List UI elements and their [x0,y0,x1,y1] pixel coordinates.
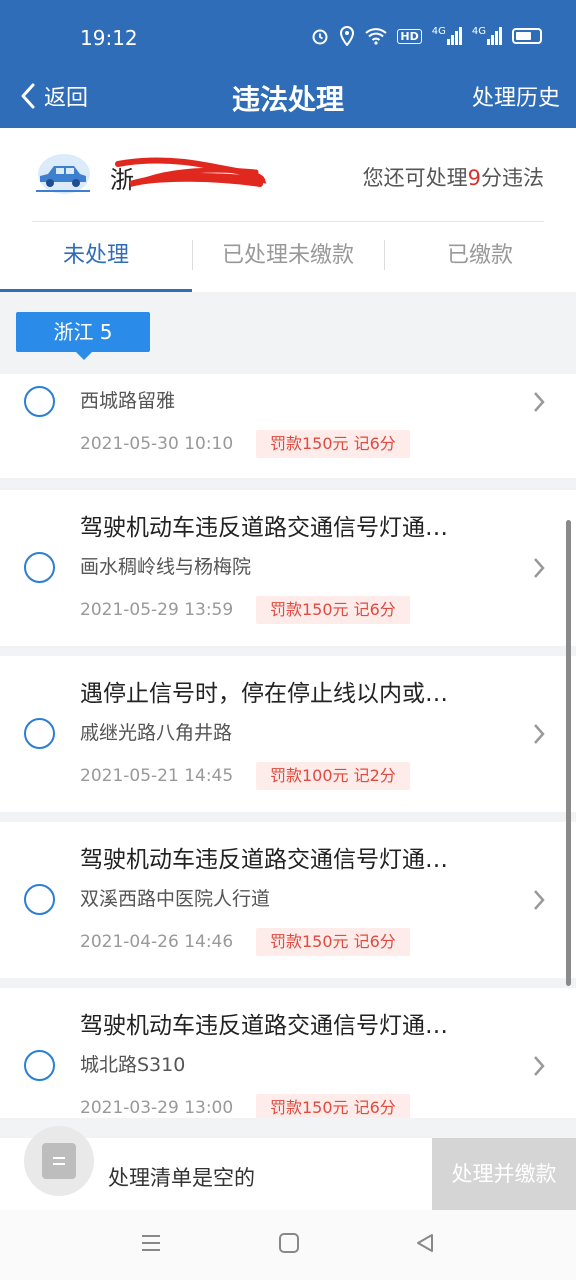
location-icon [340,26,355,46]
tab-unprocessed[interactable]: 未处理 [0,222,192,292]
process-and-pay-button[interactable]: 处理并缴款 [432,1138,576,1210]
violation-location: 城北路S310 [80,1054,186,1076]
chevron-right-icon [534,392,545,412]
chevron-right-icon [534,890,545,910]
violation-item[interactable]: 驾驶机动车违反道路交通信号灯通… 城北路S310 2021-03-29 13:0… [0,988,576,1118]
tab-paid[interactable]: 已缴款 [384,222,576,292]
history-button[interactable]: 处理历史 [472,80,560,112]
chevron-right-icon [534,558,545,578]
menu-icon[interactable] [140,1232,162,1254]
violation-title: 驾驶机动车违反道路交通信号灯通… [80,515,448,541]
violation-datetime: 2021-03-29 13:00 [80,1098,234,1118]
violation-location: 双溪西路中医院人行道 [80,888,271,910]
remaining-points: 9 [467,166,481,190]
back-nav-icon[interactable] [414,1232,436,1254]
checklist-button[interactable] [24,1126,94,1196]
back-button[interactable]: 返回 [18,80,88,112]
status-time: 19:12 [80,26,138,50]
violation-datetime: 2021-05-29 13:59 [80,600,234,620]
violation-location: 画水稠岭线与杨梅院 [80,556,252,578]
violation-title: 驾驶机动车违反道路交通信号灯通… [80,1013,448,1039]
select-radio[interactable] [24,718,55,749]
violation-location: 西城路留雅 [80,390,176,412]
vehicle-info: 浙 您还可处理9分违法 [0,128,576,222]
top-nav-bar: 返回 违法处理 处理历史 [0,70,576,128]
fine-badge: 罚款150元 记6分 [256,430,410,458]
violation-title: 遇停止信号时，停在停止线以内或… [80,681,448,707]
car-icon [36,154,90,194]
checklist-icon [42,1143,76,1179]
select-radio[interactable] [24,884,55,915]
violation-datetime: 2021-05-30 10:10 [80,434,234,454]
status-icons: HD 4G 4G [311,26,542,46]
violation-datetime: 2021-05-21 14:45 [80,766,234,786]
signal-icon: 4G [432,27,462,45]
fine-badge: 罚款150元 记6分 [256,1094,410,1118]
region-badge: 浙江 5 [16,312,150,360]
fine-badge: 罚款150元 记6分 [256,928,410,956]
checklist-status: 处理清单是空的 [108,1166,255,1190]
violation-list: 西城路留雅 2021-05-30 10:10 罚款150元 记6分 驾驶机动车违… [0,374,576,1118]
status-tabs: 未处理 已处理未缴款 已缴款 [0,222,576,292]
violation-location: 戚继光路八角井路 [80,722,233,744]
select-radio[interactable] [24,1050,55,1081]
select-radio[interactable] [24,386,55,417]
chevron-left-icon [21,83,35,109]
violation-title: 驾驶机动车违反道路交通信号灯通… [80,847,448,873]
home-icon[interactable] [278,1232,300,1254]
violation-item[interactable]: 驾驶机动车违反道路交通信号灯通… 画水稠岭线与杨梅院 2021-05-29 13… [0,490,576,646]
alarm-icon [312,29,328,45]
redaction-scribble [115,157,267,187]
scrollbar[interactable] [566,520,571,986]
signal-icon: 4G [472,27,502,45]
remaining-points-text: 您还可处理9分违法 [362,166,544,190]
violation-item[interactable]: 驾驶机动车违反道路交通信号灯通… 双溪西路中医院人行道 2021-04-26 1… [0,822,576,978]
back-label: 返回 [44,86,89,111]
chevron-right-icon [534,1056,545,1076]
status-bar: 19:12 HD 4G 4G [0,0,576,70]
fine-badge: 罚款100元 记2分 [256,762,410,790]
tab-processed-unpaid[interactable]: 已处理未缴款 [192,222,384,292]
select-radio[interactable] [24,552,55,583]
violation-item[interactable]: 遇停止信号时，停在停止线以内或… 戚继光路八角井路 2021-05-21 14:… [0,656,576,812]
system-nav-bar [0,1210,576,1280]
bottom-action-bar: 处理清单是空的 处理并缴款 [0,1126,576,1210]
fine-badge: 罚款150元 记6分 [256,596,410,624]
violation-item[interactable]: 西城路留雅 2021-05-30 10:10 罚款150元 记6分 [0,374,576,478]
hd-icon: HD [397,28,422,44]
wifi-icon [365,28,388,45]
violation-datetime: 2021-04-26 14:46 [80,932,234,952]
battery-icon [512,28,542,44]
chevron-right-icon [534,724,545,744]
